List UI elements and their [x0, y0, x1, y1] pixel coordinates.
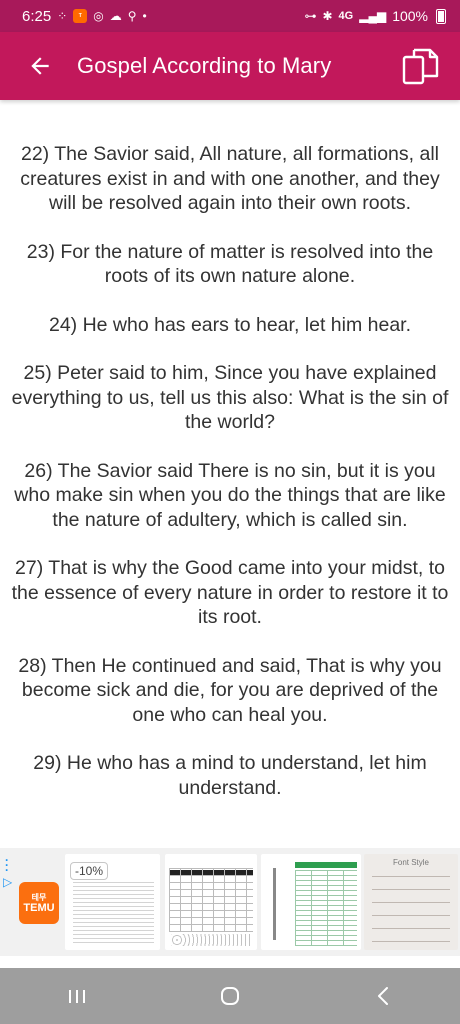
product-tool-graphic [273, 868, 276, 940]
verse-25: 25) Peter said to him, Since you have ex… [11, 362, 449, 433]
usb-icon: ⚲ [127, 9, 137, 23]
verse-23: 23) For the nature of matter is resolved… [26, 240, 434, 288]
verse-26: 26) The Savior said There is no sin, but… [14, 459, 446, 531]
temu-logo-text: TEMU [23, 901, 55, 914]
status-bar: 6:25 ⁘ T ◎ ☁ ⚲ • ⊶ ✱ 4G ▂▄▆ 100% [0, 0, 460, 32]
cloud-icon: ☁ [109, 9, 122, 23]
notification-dots-icon: ⁘ [57, 9, 68, 23]
system-back-button[interactable] [353, 976, 413, 1016]
adchoices-icon[interactable]: ▷ [3, 875, 12, 889]
temu-notification-icon: T [73, 9, 88, 23]
copy-button[interactable] [396, 42, 444, 90]
home-icon [220, 987, 239, 1005]
instagram-icon: ◎ [93, 9, 104, 23]
product-rings-graphic [171, 934, 251, 946]
verse-27: 27) That is why the Good came into your … [11, 557, 449, 628]
page-title: Gospel According to Mary [77, 53, 332, 78]
product-table-graphic [169, 868, 253, 932]
font-style-label: Font Style [392, 858, 429, 867]
dot-icon: • [142, 9, 147, 23]
app-bar: Gospel According to Mary [0, 32, 460, 100]
ad-banner[interactable]: · · · ▷ 테무 TEMU -10% Font Style [0, 848, 460, 956]
product-sheet-header [295, 862, 357, 868]
bluetooth-icon: ✱ [322, 9, 333, 23]
battery-icon [436, 8, 446, 24]
product-chart-graphic [73, 882, 154, 946]
ad-product-image[interactable] [291, 854, 361, 950]
copy-icon [402, 48, 439, 85]
temu-logo[interactable]: 테무 TEMU [19, 882, 59, 924]
status-time: 6:25 [22, 7, 52, 25]
back-icon [378, 987, 389, 1005]
product-sheet-graphic [295, 870, 357, 946]
verse-29: 29) He who has a mind to understand, let… [33, 752, 427, 799]
back-button[interactable] [12, 38, 68, 94]
ad-product-image[interactable]: -10% [65, 854, 160, 950]
font-samples-graphic [372, 870, 450, 944]
ad-menu-icon[interactable]: · · · [5, 854, 9, 876]
temu-logo-korean: 테무 [31, 892, 47, 902]
network-type: 4G [338, 10, 354, 22]
discount-badge: -10% [70, 862, 109, 880]
ad-info[interactable]: · · · ▷ [0, 848, 16, 956]
home-button[interactable] [200, 976, 260, 1016]
ad-product-image[interactable]: Font Style [364, 854, 458, 950]
ad-product-image[interactable] [165, 854, 257, 950]
vpn-key-icon: ⊶ [304, 9, 317, 23]
system-nav-bar [0, 968, 460, 1024]
verse-22: 22) The Savior said, All nature, all for… [20, 143, 440, 214]
battery-percent: 100% [392, 8, 428, 24]
verse-28: 28) Then He continued and said, That is … [18, 654, 442, 726]
signal-icon: ▂▄▆ [359, 9, 387, 23]
recent-apps-icon [68, 990, 85, 1003]
recent-apps-button[interactable] [47, 976, 107, 1016]
verse-24: 24) He who has ears to hear, let him hea… [48, 313, 412, 336]
scripture-content[interactable]: 22) The Savior said, All nature, all for… [0, 100, 460, 840]
arrow-left-icon [31, 57, 49, 75]
